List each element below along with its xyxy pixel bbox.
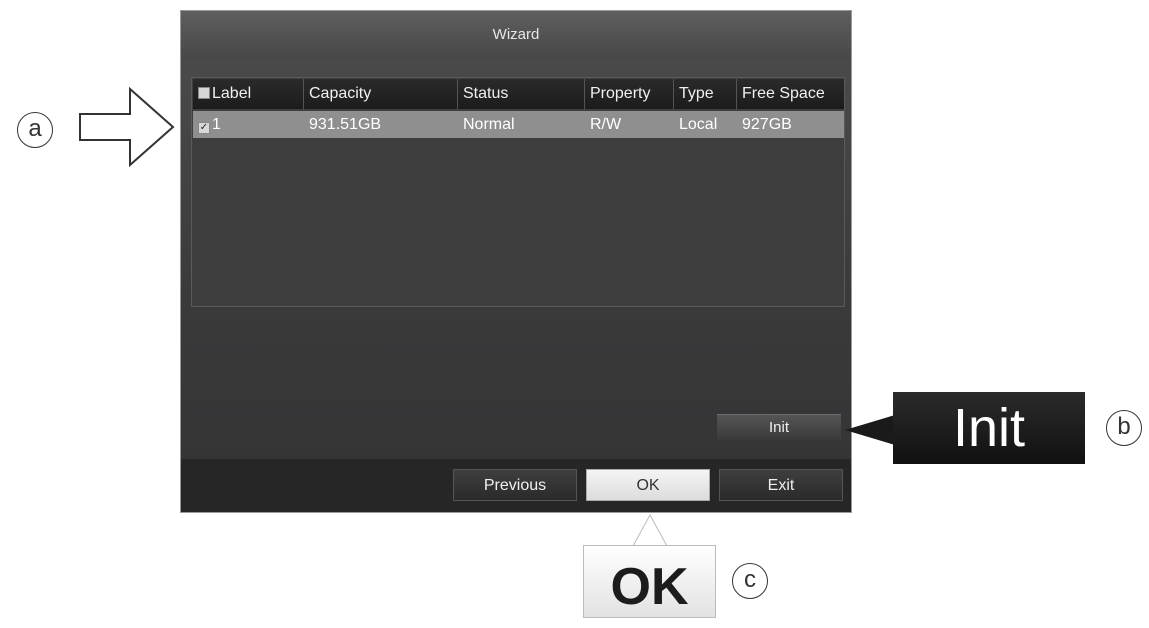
cell-label-text: 1 bbox=[212, 116, 221, 133]
column-header-status[interactable]: Status bbox=[458, 79, 585, 109]
previous-button[interactable]: Previous bbox=[453, 469, 577, 501]
column-header-type[interactable]: Type bbox=[674, 79, 737, 109]
dialog-body: Label Capacity Status Property Type Free… bbox=[181, 59, 851, 459]
column-header-label-text: Label bbox=[212, 85, 252, 102]
ok-callout: OK bbox=[583, 545, 716, 618]
column-header-property[interactable]: Property bbox=[585, 79, 674, 109]
dialog-title: Wizard bbox=[181, 11, 851, 59]
cell-label: ✓ 1 bbox=[193, 111, 304, 138]
wizard-dialog: Wizard Label Capacity Status Property Ty… bbox=[180, 10, 852, 513]
cell-type: Local bbox=[679, 116, 718, 133]
column-header-label[interactable]: Label bbox=[193, 79, 304, 109]
callout-pointer-icon bbox=[845, 415, 895, 445]
column-header-free-space[interactable]: Free Space bbox=[737, 79, 844, 109]
annotation-marker-c-label: c bbox=[744, 566, 756, 593]
cell-capacity: 931.51GB bbox=[309, 116, 382, 133]
column-header-capacity[interactable]: Capacity bbox=[304, 79, 458, 109]
cell-free-space: 927GB bbox=[742, 116, 792, 133]
disk-table: Label Capacity Status Property Type Free… bbox=[191, 77, 845, 307]
exit-button[interactable]: Exit bbox=[719, 469, 843, 501]
annotation-marker-c: c bbox=[732, 563, 768, 599]
callout-pointer-up-icon bbox=[583, 513, 716, 547]
ok-button[interactable]: OK bbox=[586, 469, 710, 501]
annotation-marker-a: a bbox=[17, 112, 53, 148]
annotation-marker-b-label: b bbox=[1117, 413, 1131, 440]
select-all-checkbox[interactable] bbox=[198, 87, 210, 99]
annotation-marker-b: b bbox=[1106, 410, 1142, 446]
arrow-right-icon bbox=[79, 86, 175, 168]
row-checkbox[interactable]: ✓ bbox=[198, 122, 210, 134]
cell-property: R/W bbox=[590, 116, 622, 133]
init-callout: Init bbox=[893, 392, 1085, 464]
cell-status: Normal bbox=[463, 116, 515, 133]
table-row[interactable]: ✓ 1 931.51GB Normal R/W Local 927GB bbox=[193, 111, 844, 138]
annotation-marker-a-label: a bbox=[28, 115, 42, 142]
init-button[interactable]: Init bbox=[717, 414, 841, 440]
dialog-footer: Previous OK Exit bbox=[181, 459, 851, 512]
